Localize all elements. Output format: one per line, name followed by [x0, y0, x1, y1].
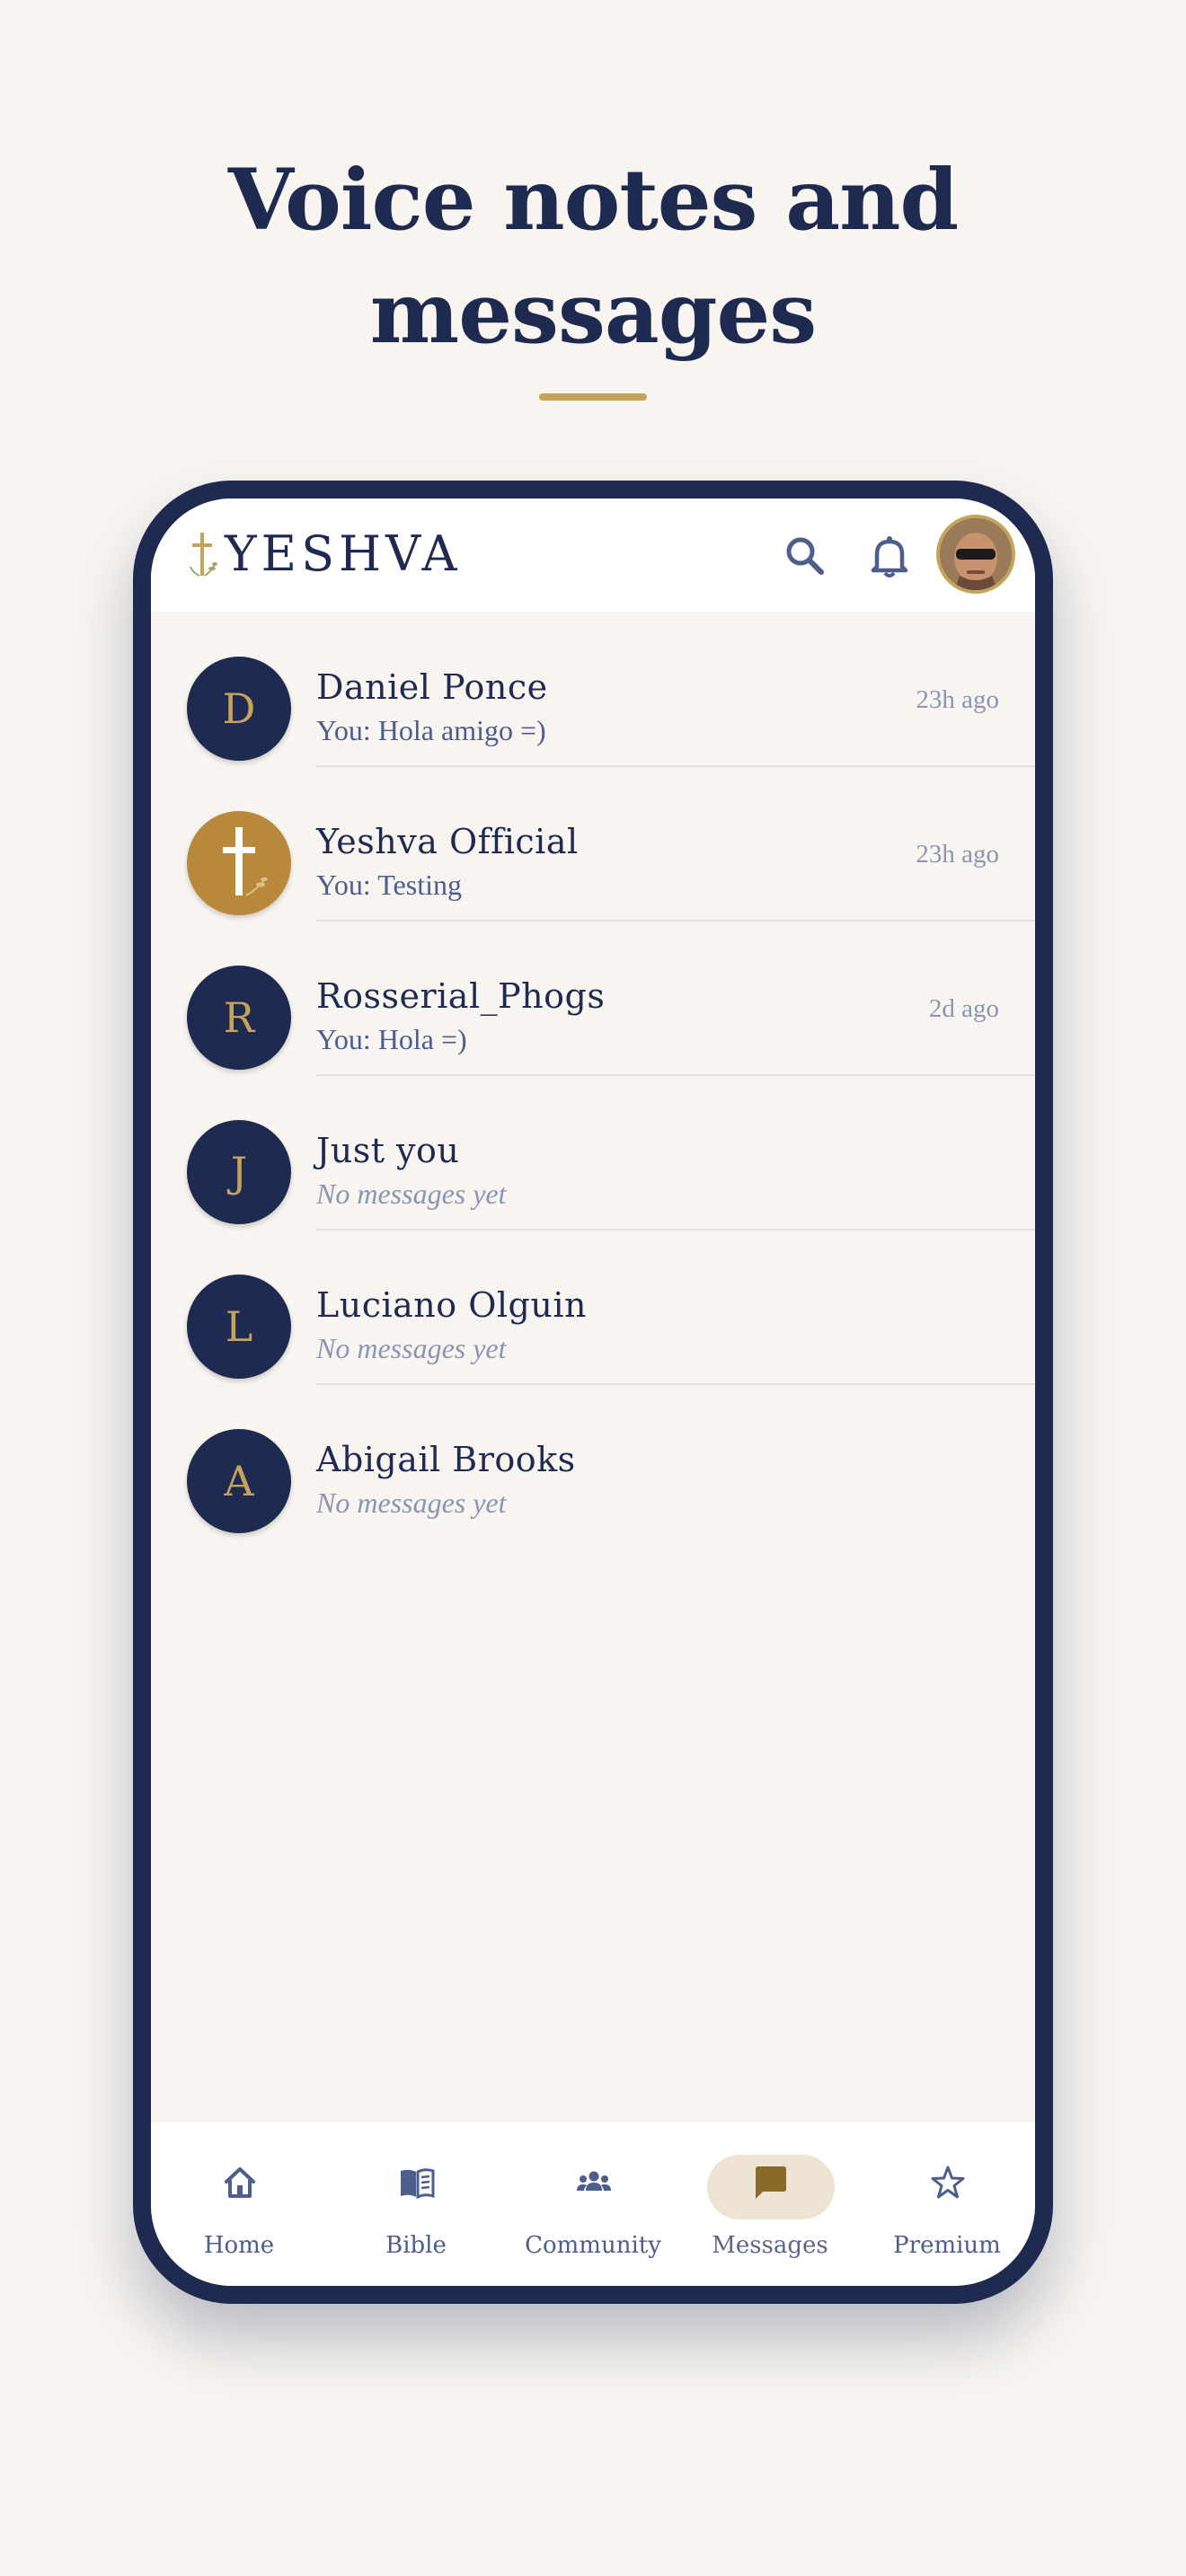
nav-premium[interactable]: Premium [859, 2122, 1035, 2286]
conversation-row[interactable]: J Just you No messages yet [151, 1075, 1035, 1231]
people-icon [577, 2171, 611, 2191]
headline-line-2: messages [369, 264, 817, 363]
conversation-list: D Daniel Ponce You: Hola amigo =) 23h ag… [151, 612, 1035, 1539]
headline-line-1: Voice notes and [227, 151, 959, 250]
headline-underline [539, 393, 647, 401]
contact-avatar: A [187, 1429, 291, 1533]
conversation-row[interactable]: R Rosserial_Phogs You: Hola =) 2d ago [151, 921, 1035, 1076]
contact-avatar: D [187, 657, 291, 761]
nav-label: Messages [712, 2232, 828, 2259]
last-message-preview: You: Testing [316, 869, 462, 901]
nav-community[interactable]: Community [505, 2122, 681, 2286]
message-timestamp: 23h ago [916, 685, 999, 714]
contact-name: Yeshva Official [316, 822, 579, 861]
home-icon [225, 2167, 255, 2198]
last-message-preview: You: Hola =) [316, 1023, 467, 1055]
contact-name: Luciano Olguin [316, 1285, 587, 1325]
user-photo-avatar[interactable] [936, 515, 1015, 594]
bell-icon[interactable] [864, 531, 915, 581]
headline: Voice notes and messages [0, 144, 1186, 370]
last-message-preview: No messages yet [316, 1178, 507, 1210]
message-timestamp: 2d ago [928, 994, 999, 1023]
nav-bible[interactable]: Bible [328, 2122, 504, 2286]
contact-name: Abigail Brooks [316, 1440, 576, 1479]
contact-name: Daniel Ponce [316, 667, 548, 707]
cross-icon [187, 811, 291, 915]
app-bar: YESHVA [151, 498, 1035, 612]
conversation-row[interactable]: D Daniel Ponce You: Hola amigo =) 23h ag… [151, 612, 1035, 767]
last-message-preview: No messages yet [316, 1332, 507, 1364]
contact-avatar: L [187, 1275, 291, 1379]
book-icon [401, 2168, 435, 2200]
nav-label: Home [203, 2232, 275, 2259]
nav-label: Bible [385, 2232, 447, 2259]
nav-label: Community [525, 2232, 661, 2259]
contact-name: Just you [316, 1131, 460, 1170]
cross-sprig-icon [190, 533, 217, 577]
nav-label: Premium [893, 2232, 1001, 2259]
chat-bubble-icon [756, 2166, 786, 2199]
app-logo-text: YESHVA [225, 525, 462, 582]
conversation-row[interactable]: Yeshva Official You: Testing 23h ago [151, 766, 1035, 922]
search-icon[interactable] [780, 531, 830, 581]
star-icon [931, 2166, 965, 2199]
contact-avatar: J [187, 1120, 291, 1224]
conversation-row[interactable]: A Abigail Brooks No messages yet [151, 1384, 1035, 1539]
message-timestamp: 23h ago [916, 840, 999, 869]
phone-screen: YESHVA D Daniel Ponce You: Hola amigo =)… [151, 498, 1035, 2286]
last-message-preview: No messages yet [316, 1486, 507, 1519]
contact-avatar: R [187, 966, 291, 1070]
nav-home[interactable]: Home [151, 2122, 327, 2286]
contact-name: Rosserial_Phogs [316, 976, 606, 1016]
bottom-navigation: Home Bible Community Messages Premium [151, 2122, 1035, 2286]
last-message-preview: You: Hola amigo =) [316, 714, 546, 746]
nav-messages[interactable]: Messages [682, 2122, 858, 2286]
phone-frame: YESHVA D Daniel Ponce You: Hola amigo =)… [133, 481, 1053, 2304]
conversation-row[interactable]: L Luciano Olguin No messages yet [151, 1230, 1035, 1385]
